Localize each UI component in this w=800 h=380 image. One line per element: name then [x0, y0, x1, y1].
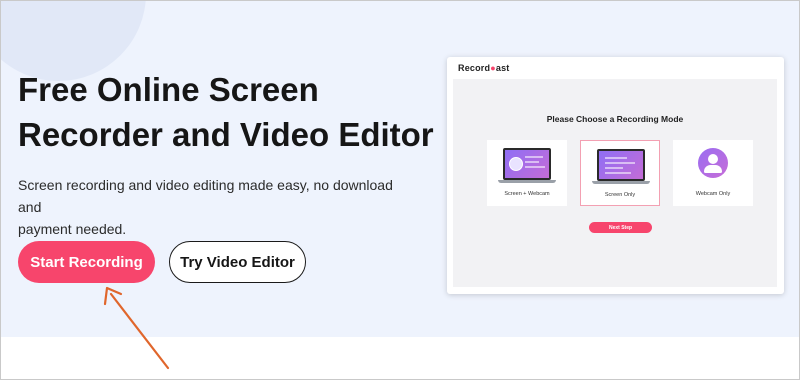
mode-card-screen-webcam[interactable]: Screen + Webcam [487, 140, 567, 206]
app-preview-card: Record●ast Please Choose a Recording Mod… [447, 57, 784, 294]
mode-card-webcam-only[interactable]: Webcam Only [673, 140, 753, 206]
logo-text-part2: ast [495, 63, 510, 73]
laptop-icon [597, 149, 645, 181]
hero-section: Free Online Screen Recorder and Video Ed… [1, 1, 799, 337]
mode-label: Screen + Webcam [504, 191, 550, 197]
laptop-webcam-icon [503, 148, 551, 180]
recording-mode-title: Please Choose a Recording Mode [546, 114, 684, 124]
hero-description: Screen recording and video editing made … [18, 174, 418, 240]
logo-text-part1: Record [458, 63, 491, 73]
headline-line-2: Recorder and Video Editor [18, 116, 434, 153]
mode-card-screen-only[interactable]: Screen Only [580, 140, 660, 206]
description-line-1: Screen recording and video editing made … [18, 177, 393, 215]
screenshot-frame: Free Online Screen Recorder and Video Ed… [0, 0, 800, 380]
headline-line-1: Free Online Screen [18, 71, 319, 108]
recording-mode-panel: Please Choose a Recording Mode Screen + … [453, 79, 777, 287]
mode-label: Screen Only [604, 192, 636, 198]
laptop-base [498, 180, 556, 183]
next-step-button[interactable]: Next Step [589, 222, 652, 233]
start-recording-button[interactable]: Start Recording [18, 241, 155, 283]
person-icon [698, 148, 728, 178]
mode-label: Webcam Only [695, 191, 731, 197]
try-video-editor-button[interactable]: Try Video Editor [169, 241, 306, 283]
laptop-base [592, 181, 650, 184]
recordcast-logo: Record●ast [458, 63, 509, 73]
description-line-2: payment needed. [18, 221, 127, 237]
page-headline: Free Online Screen Recorder and Video Ed… [18, 67, 438, 157]
